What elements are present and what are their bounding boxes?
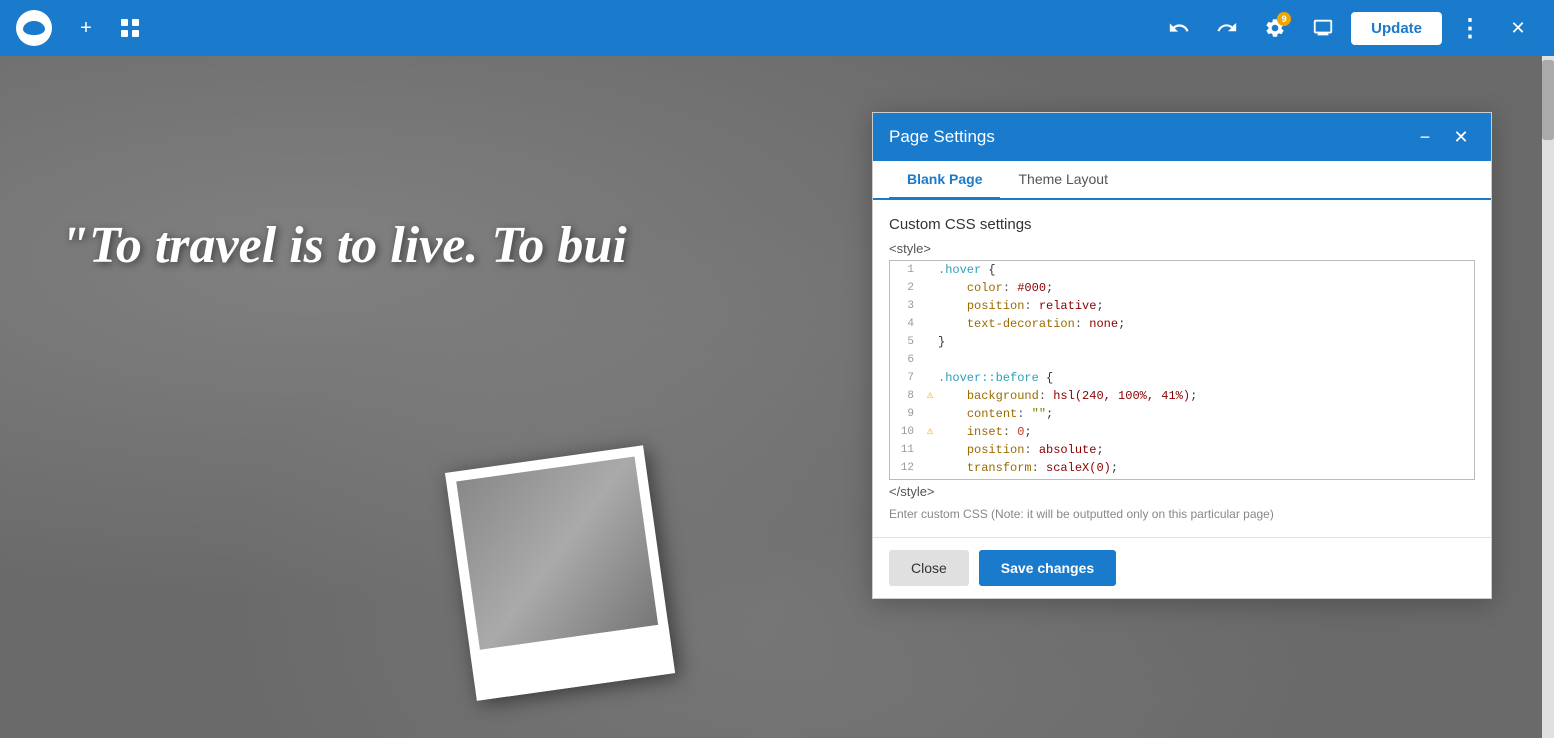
preview-button[interactable] bbox=[1303, 8, 1343, 48]
line-warning-icon: ⚠ bbox=[922, 423, 938, 441]
modal-tabs: Blank Page Theme Layout bbox=[873, 161, 1491, 200]
line-number: 1 bbox=[890, 261, 922, 279]
modal-close-button[interactable]: ✕ bbox=[1447, 123, 1475, 151]
code-line: 12 transform: scaleX(0); bbox=[890, 459, 1474, 477]
code-editor[interactable]: 1.hover {2 color: #000;3 position: relat… bbox=[889, 260, 1475, 480]
line-number: 4 bbox=[890, 315, 922, 333]
modal-header: Page Settings − ✕ bbox=[873, 113, 1491, 161]
line-content: background: hsl(240, 100%, 41%); bbox=[938, 387, 1474, 405]
line-number: 13 bbox=[890, 477, 922, 480]
line-number: 12 bbox=[890, 459, 922, 477]
code-line: 9 content: ""; bbox=[890, 405, 1474, 423]
modal-title: Page Settings bbox=[889, 127, 995, 147]
settings-button[interactable]: 9 bbox=[1255, 8, 1295, 48]
topbar: + 9 Update ⋮ ✕ bbox=[0, 0, 1554, 56]
redo-icon bbox=[1216, 17, 1238, 39]
code-line: 6 bbox=[890, 351, 1474, 369]
line-warning-icon: ⚠ bbox=[922, 387, 938, 405]
code-line: 2 color: #000; bbox=[890, 279, 1474, 297]
tab-theme-layout[interactable]: Theme Layout bbox=[1000, 161, 1126, 200]
line-number: 2 bbox=[890, 279, 922, 297]
line-content: .hover::before { bbox=[938, 369, 1474, 387]
line-content: color: #000; bbox=[938, 279, 1474, 297]
background-quote: "To travel is to live. To bui bbox=[60, 216, 627, 275]
style-open-tag: <style> bbox=[889, 241, 1475, 256]
page-scrollbar-thumb[interactable] bbox=[1542, 60, 1554, 140]
line-content: content: ""; bbox=[938, 405, 1474, 423]
close-button[interactable]: Close bbox=[889, 550, 969, 586]
code-line: 5} bbox=[890, 333, 1474, 351]
logo-icon bbox=[23, 21, 45, 35]
hint-text: Enter custom CSS (Note: it will be outpu… bbox=[889, 507, 1475, 521]
polaroid-photo bbox=[445, 445, 675, 701]
more-button[interactable]: ⋮ bbox=[1450, 8, 1490, 48]
line-content: transform-origin: right; bbox=[938, 477, 1474, 480]
topbar-right: 9 Update ⋮ ✕ bbox=[1159, 8, 1538, 48]
code-line: 4 text-decoration: none; bbox=[890, 315, 1474, 333]
line-content bbox=[938, 351, 1474, 369]
apps-button[interactable] bbox=[110, 8, 150, 48]
close-topbar-button[interactable]: ✕ bbox=[1498, 8, 1538, 48]
code-line: 11 position: absolute; bbox=[890, 441, 1474, 459]
modal-body: Custom CSS settings <style> 1.hover {2 c… bbox=[873, 200, 1491, 537]
line-number: 9 bbox=[890, 405, 922, 423]
line-number: 8 bbox=[890, 387, 922, 405]
style-close-tag: </style> bbox=[889, 484, 1475, 499]
save-changes-button[interactable]: Save changes bbox=[979, 550, 1116, 586]
line-number: 5 bbox=[890, 333, 922, 351]
line-content: .hover { bbox=[938, 261, 1474, 279]
line-number: 10 bbox=[890, 423, 922, 441]
line-number: 7 bbox=[890, 369, 922, 387]
preview-icon bbox=[1312, 17, 1334, 39]
line-number: 11 bbox=[890, 441, 922, 459]
tab-blank-page[interactable]: Blank Page bbox=[889, 161, 1000, 200]
apps-icon bbox=[119, 17, 141, 39]
modal-minimize-button[interactable]: − bbox=[1411, 123, 1439, 151]
line-content: text-decoration: none; bbox=[938, 315, 1474, 333]
line-content: } bbox=[938, 333, 1474, 351]
line-content: position: absolute; bbox=[938, 441, 1474, 459]
line-content: transform: scaleX(0); bbox=[938, 459, 1474, 477]
code-line: 10⚠ inset: 0; bbox=[890, 423, 1474, 441]
code-line: 7 .hover::before { bbox=[890, 369, 1474, 387]
code-line: 1 .hover { bbox=[890, 261, 1474, 279]
badge: 9 bbox=[1277, 12, 1291, 26]
undo-button[interactable] bbox=[1159, 8, 1199, 48]
page-scrollbar[interactable] bbox=[1542, 56, 1554, 738]
line-number: 6 bbox=[890, 351, 922, 369]
code-line: 3 position: relative; bbox=[890, 297, 1474, 315]
update-button[interactable]: Update bbox=[1351, 12, 1442, 45]
redo-button[interactable] bbox=[1207, 8, 1247, 48]
line-number: 3 bbox=[890, 297, 922, 315]
logo[interactable] bbox=[16, 10, 52, 46]
modal-header-actions: − ✕ bbox=[1411, 123, 1475, 151]
page-settings-modal[interactable]: Page Settings − ✕ Blank Page Theme Layou… bbox=[872, 112, 1492, 599]
undo-icon bbox=[1168, 17, 1190, 39]
modal-footer: Close Save changes bbox=[873, 537, 1491, 598]
line-content: position: relative; bbox=[938, 297, 1474, 315]
code-line: 13 transform-origin: right; bbox=[890, 477, 1474, 480]
line-content: inset: 0; bbox=[938, 423, 1474, 441]
code-line: 8⚠ background: hsl(240, 100%, 41%); bbox=[890, 387, 1474, 405]
polaroid-image bbox=[456, 456, 658, 649]
section-title: Custom CSS settings bbox=[889, 216, 1475, 233]
add-button[interactable]: + bbox=[66, 8, 106, 48]
